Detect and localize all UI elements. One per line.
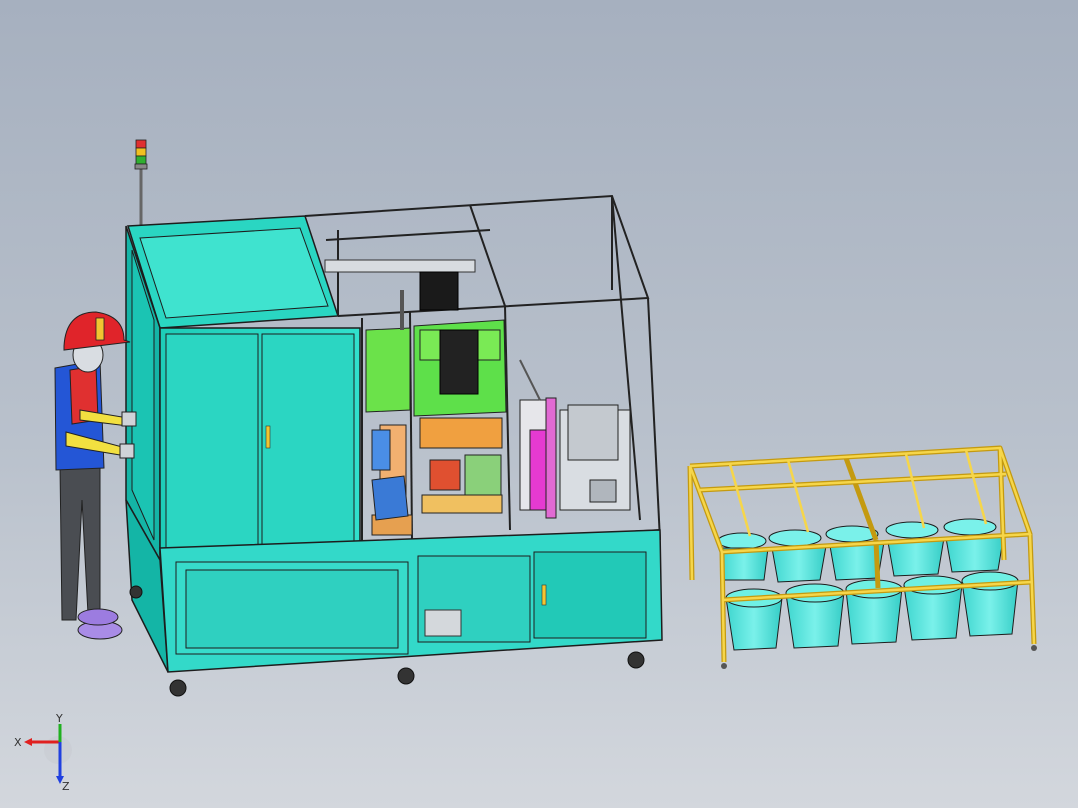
- triad-y-label: Y: [55, 712, 63, 725]
- 3d-model-scene[interactable]: [0, 0, 1078, 808]
- triad-x-arrow: [24, 738, 32, 746]
- rack-foot: [1031, 645, 1037, 651]
- operator-figure: [54, 311, 137, 640]
- triad-sphere: [44, 736, 72, 764]
- cad-viewport[interactable]: X Y Z: [0, 0, 1078, 808]
- signal-tower[interactable]: [134, 139, 148, 228]
- triad-x-label: X: [14, 736, 22, 749]
- bucket-rack[interactable]: [687, 445, 1037, 669]
- triad-z-label: Z: [62, 780, 70, 792]
- machine[interactable]: [125, 139, 663, 697]
- orientation-triad[interactable]: X Y Z: [10, 712, 80, 792]
- rack-foot: [721, 663, 727, 669]
